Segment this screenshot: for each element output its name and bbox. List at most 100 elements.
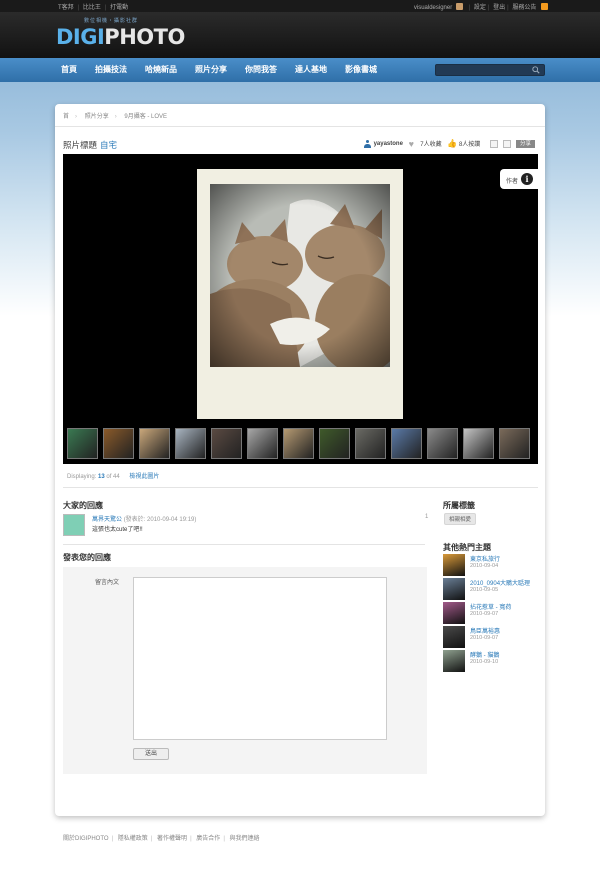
nav-item-qa[interactable]: 你問我答 [245,64,277,75]
hot-topic-date: 2010-09-05 [470,587,499,593]
hot-topics-heading: 其他熱門主題 [443,543,491,552]
thumbnail[interactable] [247,428,278,459]
footer-links: 關於DIGIPHOTO | 隱私權政策 | 著作權聲明 | 廣告合作 | 與我們連絡 [63,836,260,842]
thumbnail[interactable] [427,428,458,459]
thumbnail[interactable] [391,428,422,459]
avatar[interactable] [63,514,85,536]
reply-form: 留言內文 送出 [63,567,427,774]
favorites-count: 7人收藏 [420,142,442,148]
top-utility-bar: T客邦 | 比比王 | 打電動 visualdesigner | 設定 | 登出 | 服… [0,0,600,12]
breadcrumb-home[interactable]: 首 [63,114,69,120]
nav-item-new-products[interactable]: 哈燒新品 [145,64,177,75]
share-buttons: 分享 [486,139,535,148]
thumbnail[interactable] [463,428,494,459]
footer-link[interactable]: 隱私權政策 [118,836,148,842]
search-input[interactable] [435,64,545,76]
album-link[interactable]: 自宅 [100,140,117,150]
hot-topic-thumbnail[interactable] [443,650,465,672]
hot-topic-item[interactable]: 鳥臣萬裕惠 2010-09-07 [443,626,543,648]
hot-topic-date: 2010-09-04 [470,563,499,569]
info-icon: i [521,173,533,185]
thumbnail[interactable] [139,428,170,459]
displaying-info: Displaying: 13 of 44 檢視此圖片 [67,474,160,480]
nav-item-techniques[interactable]: 拍攝技法 [95,64,127,75]
service-announcement-link[interactable]: 服務公告 [512,5,536,11]
footer-link[interactable]: 與我們連絡 [230,836,260,842]
thumbnail[interactable] [355,428,386,459]
divider [63,544,425,545]
logout-link[interactable]: 登出 [493,5,505,11]
divider [55,126,545,127]
divider [63,487,538,488]
content-card: 首 › 照片分享 › 9月攝客 - LOVE 照片標題 自宅 yayastone ♥ … [55,104,545,816]
comment-author: 萬界天驚公 (發表於: 2010-09-04 19:19) [92,517,197,523]
footer-link[interactable]: 廣告合作 [196,836,220,842]
hot-topic-thumbnail[interactable] [443,602,465,624]
hot-topic-item[interactable]: 酵鵝 - 貓鵝 2010-09-10 [443,650,543,672]
share-button[interactable]: 分享 [515,139,535,148]
comment-text: 這張也太cute了吧!! [92,527,143,533]
tags-heading: 所屬標籤 [443,501,475,510]
hot-topic-item[interactable]: 東京私旅行 2010-09-04 [443,554,543,576]
hot-topic-thumbnail[interactable] [443,578,465,600]
partner-link[interactable]: 比比王 [83,5,101,11]
reply-textarea[interactable] [133,577,387,740]
hot-topic-title[interactable]: 2010_0904大鵰大聒理 [470,578,530,587]
comment-number: 1 [425,514,429,520]
user-icon [363,139,371,148]
heart-icon[interactable]: ♥ [409,139,418,148]
hot-topic-title[interactable]: 酵鵝 - 貓鵝 [470,650,499,659]
thumbnail[interactable] [211,428,242,459]
partner-links: T客邦 | 比比王 | 打電動 [58,5,129,11]
hot-topic-thumbnail[interactable] [443,626,465,648]
breadcrumb-current[interactable]: 9月攝客 - LOVE [124,114,167,120]
photo-meta: yayastone ♥ 7人收藏 👍 8人按讚 分享 [360,139,535,148]
footer-link[interactable]: 關於DIGIPHOTO [63,836,109,842]
hot-topic-date: 2010-09-07 [470,611,499,617]
thumbnail[interactable] [103,428,134,459]
partner-link[interactable]: 打電動 [110,5,128,11]
thumbnail[interactable] [499,428,530,459]
owner-link[interactable]: yayastone [374,141,403,147]
nav-item-home[interactable]: 首頁 [61,64,77,75]
author-info-button[interactable]: 作者 i [500,169,538,189]
rss-icon[interactable] [541,3,548,10]
breadcrumb-photo-sharing[interactable]: 照片分享 [85,114,109,120]
nav-item-photo-sharing[interactable]: 照片分享 [195,64,227,75]
nav-item-bookstore[interactable]: 影像書城 [345,64,377,75]
hot-topic-thumbnail[interactable] [443,554,465,576]
thumbnail[interactable] [283,428,314,459]
footer-link[interactable]: 著作權聲明 [157,836,187,842]
share-plurk-icon[interactable] [502,139,511,148]
reply-label: 留言內文 [95,580,120,586]
photo-title: 照片標題 自宅 [63,140,118,150]
nav-item-experts[interactable]: 達人基地 [295,64,327,75]
hot-topic-item[interactable]: 2010_0904大鵰大聒理 2010-09-05 [443,578,543,600]
partner-link[interactable]: T客邦 [58,5,74,11]
username-link[interactable]: visualdesigner [414,5,452,11]
hot-topic-item[interactable]: 拈花惹草 - 寬荷 2010-09-07 [443,602,543,624]
reply-heading: 發表您的回應 [63,553,111,562]
logo-tagline: 數位相機・攝影社群 [84,18,139,24]
main-photo[interactable] [197,169,403,419]
site-header: 數位相機・攝影社群 DIGIPHOTO [0,12,600,58]
hot-topic-title[interactable]: 鳥臣萬裕惠 [470,626,500,635]
main-nav: 首頁 拍攝技法 哈燒新品 照片分享 你問我答 達人基地 影像書城 [0,58,600,82]
thumbs-up-icon[interactable]: 👍 [447,139,457,148]
thumbnail[interactable] [175,428,206,459]
tag-badge[interactable]: 相親相愛 [444,513,477,525]
submit-button[interactable]: 送出 [133,748,169,760]
search-icon[interactable] [532,66,540,74]
view-all-link[interactable]: 檢視此圖片 [129,474,159,480]
breadcrumb: 首 › 照片分享 › 9月攝客 - LOVE [63,114,168,120]
account-links: visualdesigner | 設定 | 登出 | 服務公告 [414,2,548,11]
share-facebook-icon[interactable] [489,139,498,148]
hot-topic-title[interactable]: 拈花惹草 - 寬荷 [470,602,511,611]
thumbnail[interactable] [67,428,98,459]
hot-topic-title[interactable]: 東京私旅行 [470,554,500,563]
hot-topic-date: 2010-09-07 [470,635,499,641]
thumbnail[interactable] [319,428,350,459]
photo-viewer: 作者 i [63,154,538,464]
settings-link[interactable]: 設定 [474,5,486,11]
site-logo[interactable]: DIGIPHOTO [56,25,185,49]
